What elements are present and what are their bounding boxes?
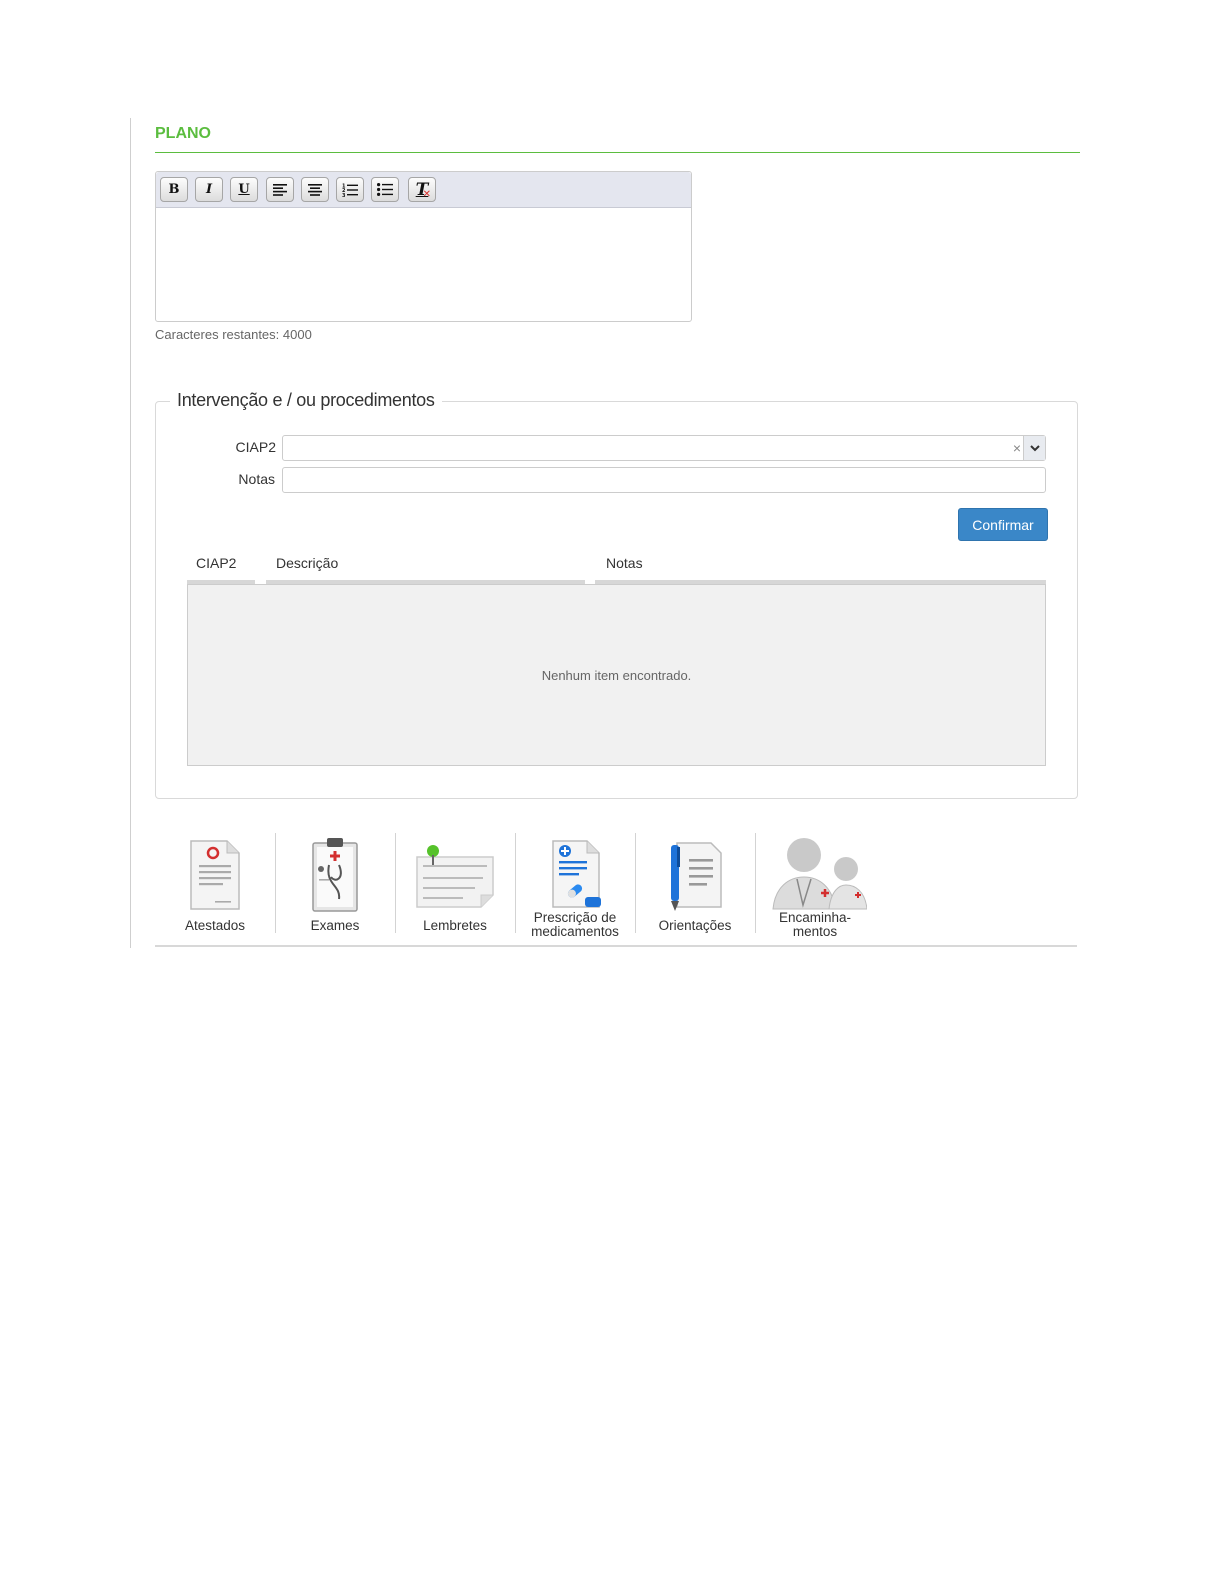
align-center-icon [308, 183, 322, 196]
editor-text-area[interactable] [156, 208, 691, 320]
underline-button[interactable]: U [230, 177, 258, 202]
section-title: PLANO [155, 125, 211, 142]
doctors-referral-icon [772, 838, 867, 910]
shortcut-exames[interactable]: Exames [276, 833, 394, 941]
shortcut-label: Lembretes [423, 918, 487, 933]
bold-icon: B [168, 182, 180, 197]
ordered-list-button[interactable]: 123 [336, 177, 364, 202]
ciap2-select[interactable]: × [282, 435, 1046, 461]
italic-button[interactable]: I [195, 177, 223, 202]
svg-text:3: 3 [342, 192, 346, 196]
confirm-button[interactable]: Confirmar [958, 508, 1048, 541]
prescription-icon [552, 840, 601, 908]
align-left-button[interactable] [266, 177, 294, 202]
shortcut-label-line: Prescrição de [533, 910, 617, 925]
notes-label: Notas [238, 471, 275, 487]
interventions-table-body: Nenhum item encontrado. [187, 584, 1046, 766]
shortcut-label: Orientações [658, 918, 732, 933]
italic-icon: I [205, 182, 213, 197]
shortcut-label: Exames [310, 918, 360, 933]
shortcut-label: Atestados [184, 918, 246, 933]
document-pen-icon [671, 842, 722, 911]
editor-toolbar: B I U 123 T ✕ [156, 172, 691, 208]
shortcut-prescricao[interactable]: Prescrição de medicamentos [516, 833, 634, 941]
column-header-description[interactable]: Descrição [276, 555, 338, 571]
shortcut-label: Prescrição de medicamentos [516, 911, 634, 939]
shortcut-lembretes[interactable]: Lembretes [396, 833, 514, 941]
char-count: Caracteres restantes: 4000 [155, 327, 312, 342]
chevron-down-icon[interactable] [1023, 436, 1045, 460]
column-header-notes[interactable]: Notas [606, 555, 643, 571]
ciap2-label: CIAP2 [235, 439, 276, 455]
clipboard-stethoscope-icon [312, 838, 358, 912]
column-header-ciap2[interactable]: CIAP2 [196, 555, 236, 571]
align-left-icon [273, 183, 287, 196]
shortcut-label-line: Encaminha- [778, 910, 852, 925]
align-center-button[interactable] [301, 177, 329, 202]
unordered-list-icon [377, 183, 393, 196]
shortcuts-bottom-rule [155, 945, 1077, 947]
plan-editor: B I U 123 T ✕ [155, 171, 692, 322]
ordered-list-icon: 123 [342, 183, 358, 197]
left-divider [130, 118, 131, 948]
shortcut-atestados[interactable]: Atestados [156, 833, 274, 941]
unordered-list-button[interactable] [371, 177, 399, 202]
shortcut-orientacoes[interactable]: Orientações [636, 833, 754, 941]
pinned-note-icon [416, 845, 494, 908]
interventions-legend: Intervenção e / ou procedimentos [170, 390, 442, 411]
medical-certificate-icon [190, 840, 240, 910]
section-title-rule [155, 152, 1080, 153]
bold-button[interactable]: B [160, 177, 188, 202]
remove-x-icon: ✕ [422, 189, 431, 200]
shortcut-label-line: medicamentos [531, 924, 619, 939]
clear-icon[interactable]: × [1013, 440, 1021, 456]
remove-format-button[interactable]: T ✕ [408, 177, 436, 202]
notes-input[interactable] [282, 467, 1046, 493]
shortcut-label-line: mentos [792, 924, 838, 939]
empty-message: Nenhum item encontrado. [541, 667, 692, 683]
underline-icon: U [238, 182, 250, 197]
shortcut-label: Encaminha- mentos [756, 911, 874, 939]
shortcut-encaminhamentos[interactable]: Encaminha- mentos [756, 833, 874, 941]
